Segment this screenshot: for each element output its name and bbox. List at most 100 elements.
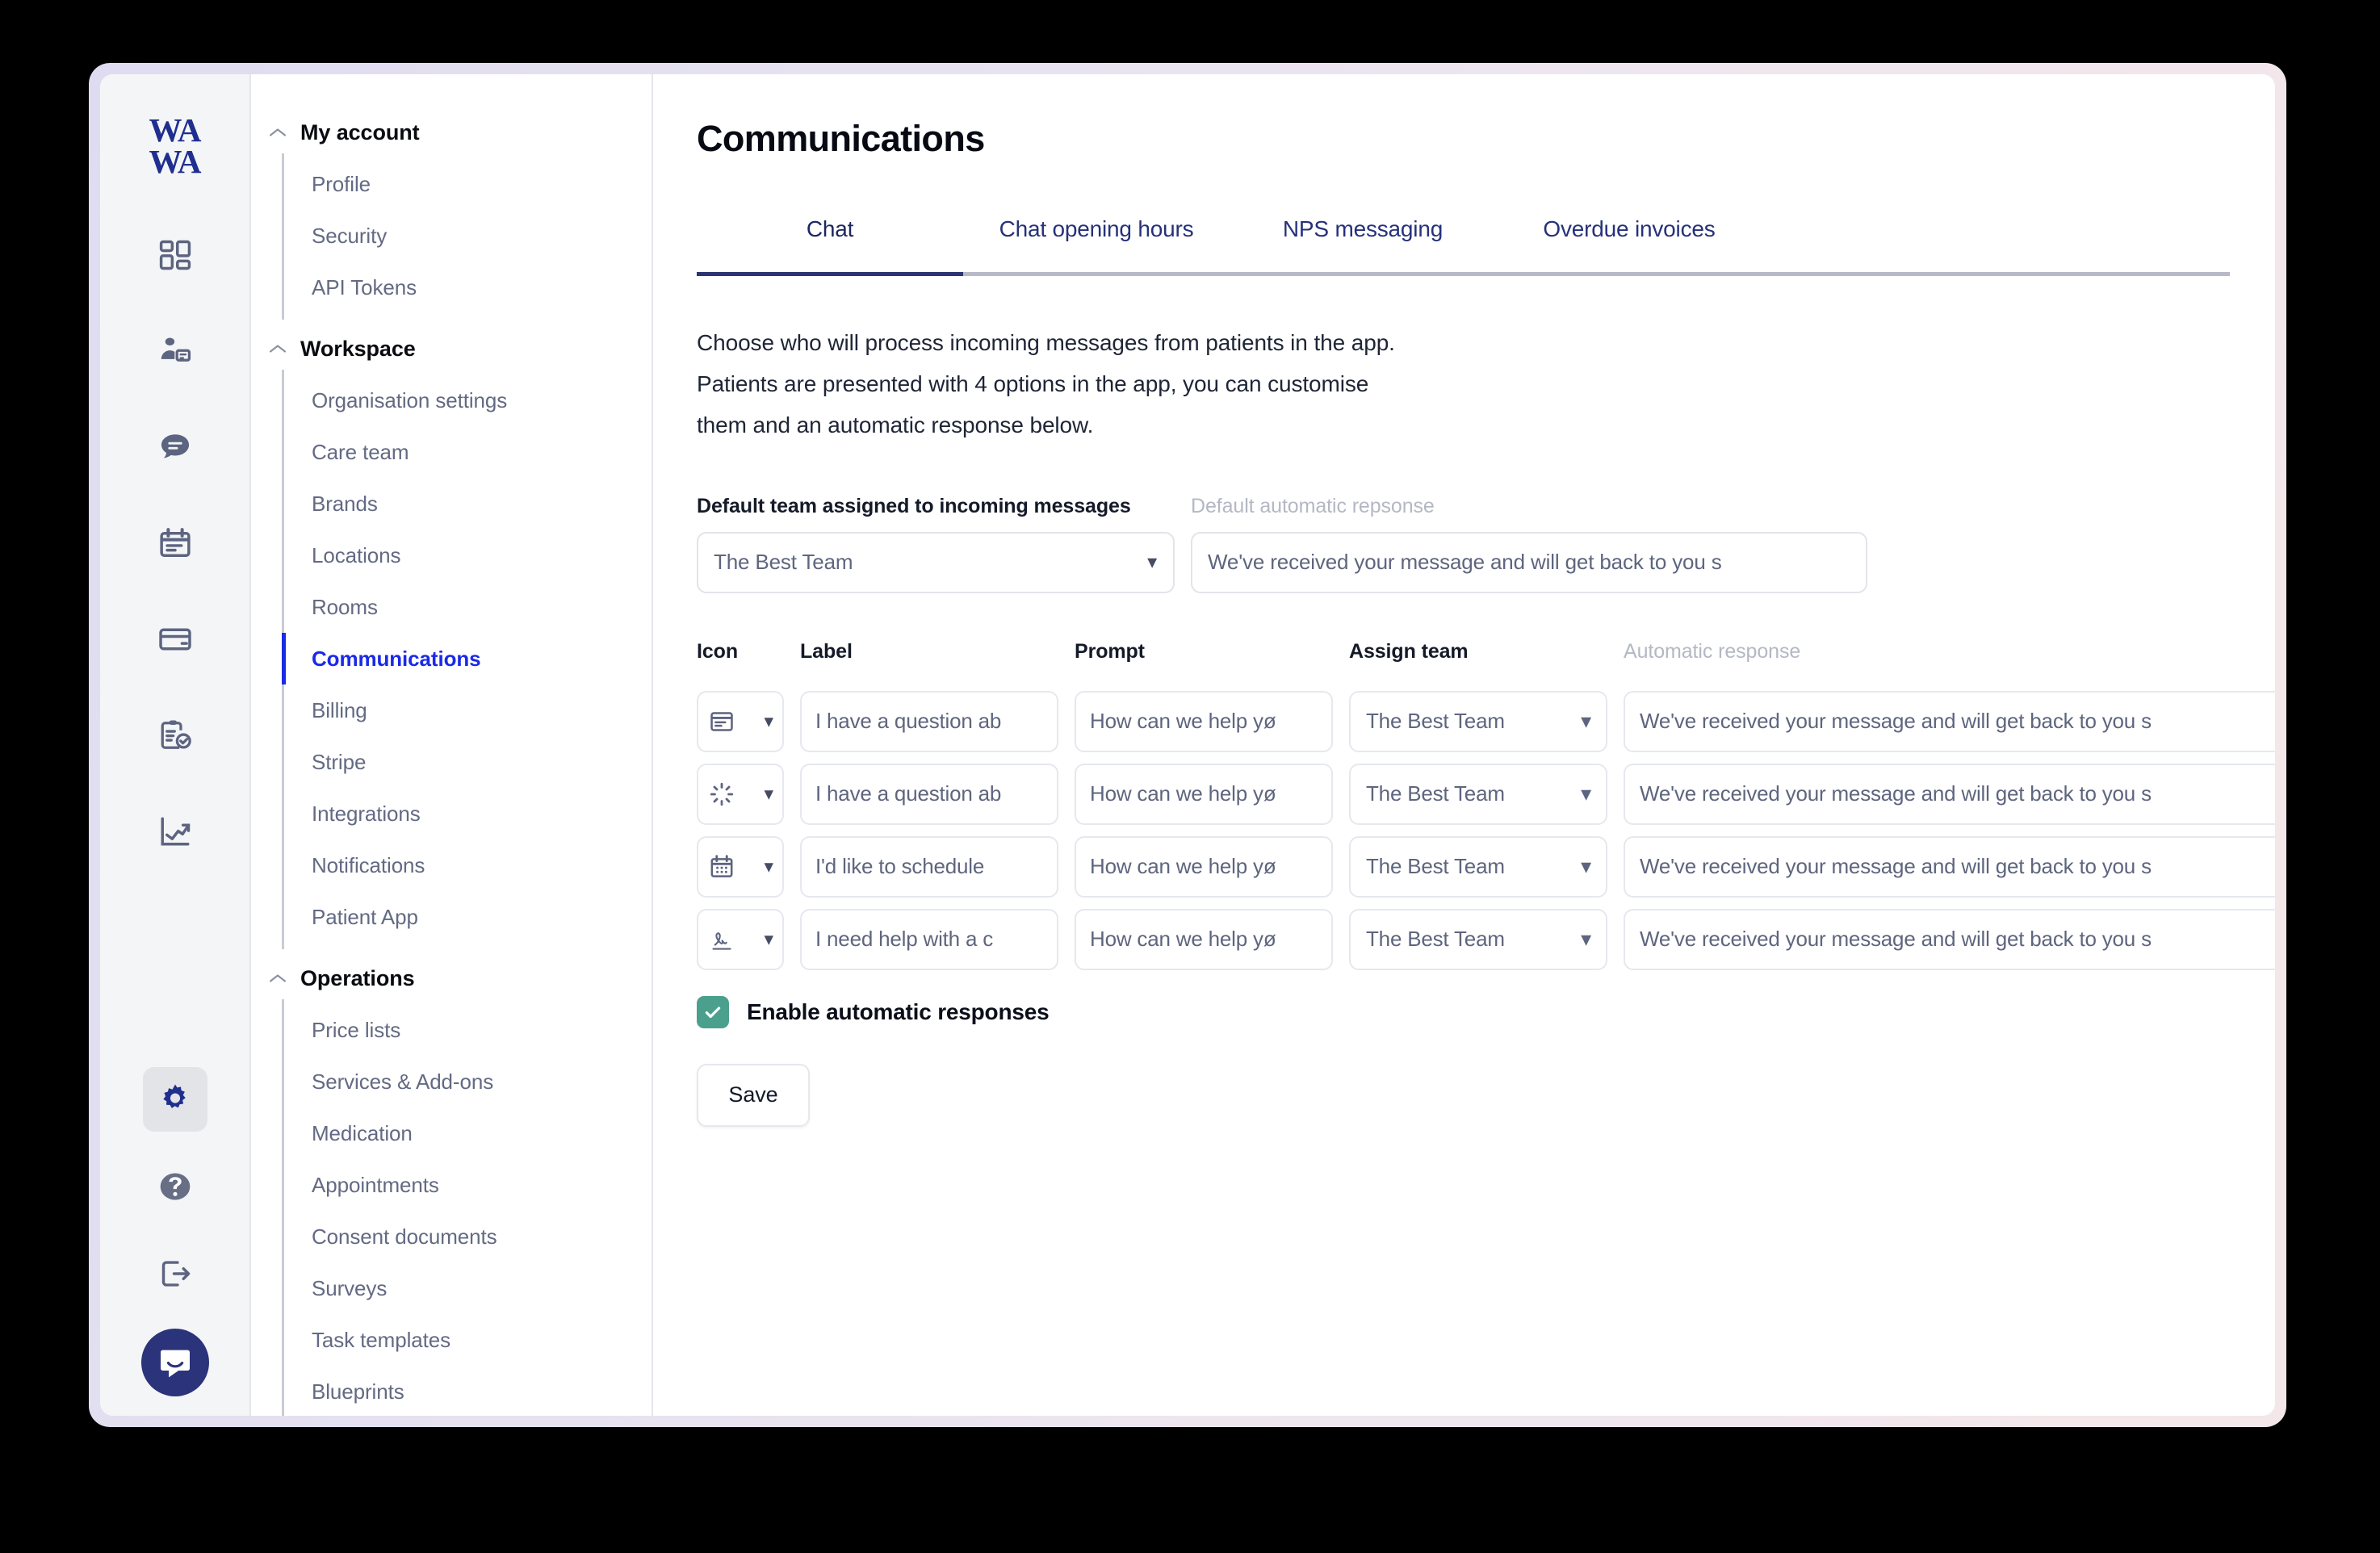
enable-automatic-responses-checkbox[interactable] bbox=[697, 995, 729, 1028]
nav-group-header-workspace[interactable]: Workspace bbox=[251, 328, 652, 370]
prompt-input[interactable]: How can we help yø bbox=[1075, 690, 1333, 752]
sidebar-item-billing[interactable]: Billing bbox=[284, 684, 652, 736]
sidebar-item-brands[interactable]: Brands bbox=[284, 478, 652, 530]
settings-sidebar: My account Profile Security API Tokens W… bbox=[249, 74, 653, 1416]
sidebar-item-label: Rooms bbox=[312, 594, 378, 619]
sidebar-item-label: Billing bbox=[312, 697, 367, 722]
sidebar-item-label: Price lists bbox=[312, 1017, 401, 1042]
default-team-select[interactable]: The Best Team ▾ bbox=[697, 531, 1175, 593]
sidebar-item-label: Brands bbox=[312, 491, 378, 516]
help-icon[interactable] bbox=[143, 1154, 207, 1219]
default-response-input[interactable]: We've received your message and will get… bbox=[1191, 531, 1867, 593]
assign-team-select[interactable]: The Best Team ▾ bbox=[1349, 763, 1607, 825]
sidebar-item-surveys[interactable]: Surveys bbox=[284, 1262, 652, 1314]
nav-items-workspace: Organisation settings Care team Brands L… bbox=[282, 370, 652, 949]
sidebar-item-communications[interactable]: Communications bbox=[282, 633, 652, 684]
app-window: WA WA My account Profile Security API To… bbox=[100, 74, 2275, 1416]
sidebar-item-price-lists[interactable]: Price lists bbox=[284, 1004, 652, 1056]
tab-chat[interactable]: Chat bbox=[697, 210, 963, 272]
icon-select[interactable]: ▾ bbox=[697, 835, 784, 898]
sidebar-item-task-templates[interactable]: Task templates bbox=[284, 1314, 652, 1366]
sidebar-item-care-team[interactable]: Care team bbox=[284, 426, 652, 478]
nav-group-label: Workspace bbox=[300, 336, 416, 361]
sidebar-item-label: Locations bbox=[312, 542, 401, 567]
tab-overdue-invoices[interactable]: Overdue invoices bbox=[1496, 210, 1762, 272]
save-button[interactable]: Save bbox=[697, 1063, 810, 1127]
chat-icon[interactable] bbox=[143, 415, 207, 479]
automatic-response-value: We've received your message and will get… bbox=[1640, 927, 2152, 952]
intercom-icon[interactable] bbox=[140, 1329, 209, 1396]
card-icon[interactable] bbox=[143, 607, 207, 672]
label-input[interactable]: I need help with a c bbox=[800, 908, 1058, 970]
sidebar-item-api-tokens[interactable]: API Tokens bbox=[284, 262, 652, 313]
sidebar-item-label: Security bbox=[312, 223, 388, 248]
sidebar-item-appointments[interactable]: Appointments bbox=[284, 1159, 652, 1211]
nav-items-operations: Price lists Services & Add-ons Medicatio… bbox=[282, 999, 652, 1416]
grid-header-row: Icon Label Prompt Assign team Automatic … bbox=[697, 640, 2230, 677]
automatic-response-value: We've received your message and will get… bbox=[1640, 709, 2152, 734]
dashboard-icon[interactable] bbox=[143, 223, 207, 287]
automatic-response-input[interactable]: We've received your message and will get… bbox=[1624, 763, 2275, 825]
icon-select[interactable]: ▾ bbox=[697, 763, 784, 825]
brand-logo-line2: WA bbox=[149, 142, 201, 180]
brand-logo[interactable]: WA WA bbox=[149, 114, 201, 180]
automatic-response-value: We've received your message and will get… bbox=[1640, 854, 2152, 879]
clipboard-check-icon[interactable] bbox=[143, 703, 207, 768]
chevron-up-icon bbox=[269, 974, 287, 982]
enable-automatic-responses-row[interactable]: Enable automatic responses bbox=[697, 995, 2230, 1028]
automatic-response-input[interactable]: We've received your message and will get… bbox=[1624, 908, 2275, 970]
sidebar-item-stripe[interactable]: Stripe bbox=[284, 736, 652, 788]
tab-nps-messaging[interactable]: NPS messaging bbox=[1230, 210, 1496, 272]
invoice-card-icon bbox=[710, 712, 733, 731]
default-response-label: Default automatic repsonse bbox=[1191, 494, 1435, 517]
sidebar-item-label: Surveys bbox=[312, 1275, 388, 1300]
icon-select[interactable]: ▾ bbox=[697, 908, 784, 970]
prompt-input-value: How can we help yø bbox=[1090, 927, 1276, 952]
sidebar-item-profile[interactable]: Profile bbox=[284, 158, 652, 210]
main-content: Communications Chat Chat opening hours N… bbox=[653, 74, 2275, 1416]
tab-chat-opening-hours[interactable]: Chat opening hours bbox=[963, 210, 1230, 272]
label-input-value: I need help with a c bbox=[815, 927, 994, 952]
label-input[interactable]: I'd like to schedule bbox=[800, 835, 1058, 898]
label-input[interactable]: I have a question ab bbox=[800, 690, 1058, 752]
icon-select[interactable]: ▾ bbox=[697, 690, 784, 752]
patient-record-icon[interactable] bbox=[143, 319, 207, 383]
default-response-column: Default automatic repsonse We've receive… bbox=[1191, 495, 1867, 593]
sidebar-item-blueprints[interactable]: Blueprints bbox=[284, 1366, 652, 1416]
label-input[interactable]: I have a question ab bbox=[800, 763, 1058, 825]
chevron-up-icon bbox=[269, 345, 287, 353]
chevron-down-icon: ▾ bbox=[1581, 709, 1591, 734]
sidebar-item-consent-documents[interactable]: Consent documents bbox=[284, 1211, 652, 1262]
sidebar-item-locations[interactable]: Locations bbox=[284, 530, 652, 581]
prompt-input[interactable]: How can we help yø bbox=[1075, 908, 1333, 970]
sidebar-item-integrations[interactable]: Integrations bbox=[284, 788, 652, 839]
automatic-response-input[interactable]: We've received your message and will get… bbox=[1624, 690, 2275, 752]
prompt-input-value: How can we help yø bbox=[1090, 781, 1276, 806]
chevron-down-icon: ▾ bbox=[1581, 854, 1591, 879]
sidebar-item-label: Task templates bbox=[312, 1327, 451, 1352]
sidebar-item-rooms[interactable]: Rooms bbox=[284, 581, 652, 633]
sidebar-item-patient-app[interactable]: Patient App bbox=[284, 891, 652, 943]
sidebar-item-organisation-settings[interactable]: Organisation settings bbox=[284, 375, 652, 426]
gear-icon[interactable] bbox=[142, 1067, 207, 1132]
sidebar-item-medication[interactable]: Medication bbox=[284, 1107, 652, 1159]
column-header-prompt: Prompt bbox=[1075, 639, 1145, 663]
assign-team-select[interactable]: The Best Team ▾ bbox=[1349, 690, 1607, 752]
nav-group-header-my-account[interactable]: My account bbox=[251, 111, 652, 153]
calendar-icon[interactable] bbox=[143, 511, 207, 576]
sidebar-item-security[interactable]: Security bbox=[284, 210, 652, 262]
chevron-down-icon: ▾ bbox=[764, 928, 773, 950]
logout-icon[interactable] bbox=[143, 1241, 207, 1306]
automatic-response-input[interactable]: We've received your message and will get… bbox=[1624, 835, 2275, 898]
sidebar-item-notifications[interactable]: Notifications bbox=[284, 839, 652, 891]
chevron-down-icon: ▾ bbox=[1581, 927, 1591, 952]
assign-team-select[interactable]: The Best Team ▾ bbox=[1349, 908, 1607, 970]
intro-line-1: Choose who will process incoming message… bbox=[697, 330, 1395, 355]
prompt-input[interactable]: How can we help yø bbox=[1075, 763, 1333, 825]
nav-group-header-operations[interactable]: Operations bbox=[251, 957, 652, 999]
assign-team-select[interactable]: The Best Team ▾ bbox=[1349, 835, 1607, 898]
analytics-icon[interactable] bbox=[143, 799, 207, 864]
prompt-input[interactable]: How can we help yø bbox=[1075, 835, 1333, 898]
sidebar-item-label: Care team bbox=[312, 439, 409, 464]
sidebar-item-services-add-ons[interactable]: Services & Add-ons bbox=[284, 1056, 652, 1107]
